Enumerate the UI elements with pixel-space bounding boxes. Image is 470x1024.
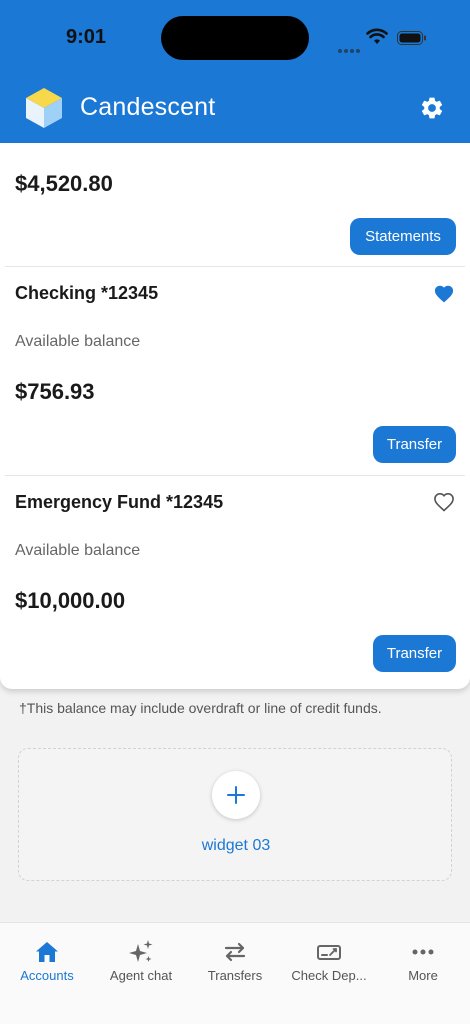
add-widget-button[interactable] xyxy=(212,771,260,819)
app-title: Candescent xyxy=(80,93,216,121)
gear-icon[interactable] xyxy=(419,95,445,121)
account-balance: $756.93 xyxy=(15,379,95,404)
wifi-icon xyxy=(366,28,388,44)
heart-outline-icon[interactable] xyxy=(433,492,455,512)
status-bar: 9:01 xyxy=(0,0,470,78)
account-name[interactable]: Checking *12345 xyxy=(15,283,158,304)
app-bar: Candescent xyxy=(0,78,470,143)
signal-icon xyxy=(338,40,362,58)
accounts-card: $4,520.80 Statements Checking *12345 Ava… xyxy=(0,143,470,689)
dynamic-island xyxy=(161,16,309,60)
tab-agent-chat[interactable]: Agent chat xyxy=(94,923,188,993)
divider xyxy=(5,266,465,267)
heart-filled-icon[interactable] xyxy=(433,283,455,303)
home-icon xyxy=(36,942,58,962)
tab-label: Accounts xyxy=(20,968,74,983)
transfer-button[interactable]: Transfer xyxy=(373,426,456,463)
total-balance: $4,520.80 xyxy=(15,171,113,196)
tab-accounts[interactable]: Accounts xyxy=(0,923,94,993)
bottom-tab-bar: Accounts Agent chat Transfers Check Dep.… xyxy=(0,922,470,1024)
tab-more[interactable]: More xyxy=(376,923,470,993)
balance-footnote: †This balance may include overdraft or l… xyxy=(19,700,382,716)
transfer-arrows-icon xyxy=(224,942,246,962)
tab-label: Check Dep... xyxy=(291,968,367,983)
tab-transfers[interactable]: Transfers xyxy=(188,923,282,993)
battery-icon xyxy=(397,31,426,45)
status-time: 9:01 xyxy=(66,26,107,48)
tab-label: Agent chat xyxy=(109,968,173,983)
available-balance-label: Available balance xyxy=(15,542,141,559)
app-header: 9:01 Candescent xyxy=(0,0,470,143)
account-name[interactable]: Emergency Fund *12345 xyxy=(15,492,223,513)
cube-logo-icon xyxy=(26,88,62,128)
account-balance: $10,000.00 xyxy=(15,588,126,613)
plus-icon xyxy=(227,786,245,804)
more-dots-icon xyxy=(412,949,434,955)
statements-button[interactable]: Statements xyxy=(350,218,456,255)
tab-label: More xyxy=(408,968,438,983)
sparkles-icon xyxy=(129,940,153,962)
widget-label[interactable]: widget 03 xyxy=(19,837,453,855)
widget-placeholder[interactable]: widget 03 xyxy=(18,748,452,881)
tab-label: Transfers xyxy=(207,968,263,983)
transfer-button[interactable]: Transfer xyxy=(373,635,456,672)
check-deposit-icon xyxy=(317,945,341,960)
available-balance-label: Available balance xyxy=(15,333,141,350)
divider xyxy=(5,475,465,476)
tab-check-deposit[interactable]: Check Dep... xyxy=(282,923,376,993)
